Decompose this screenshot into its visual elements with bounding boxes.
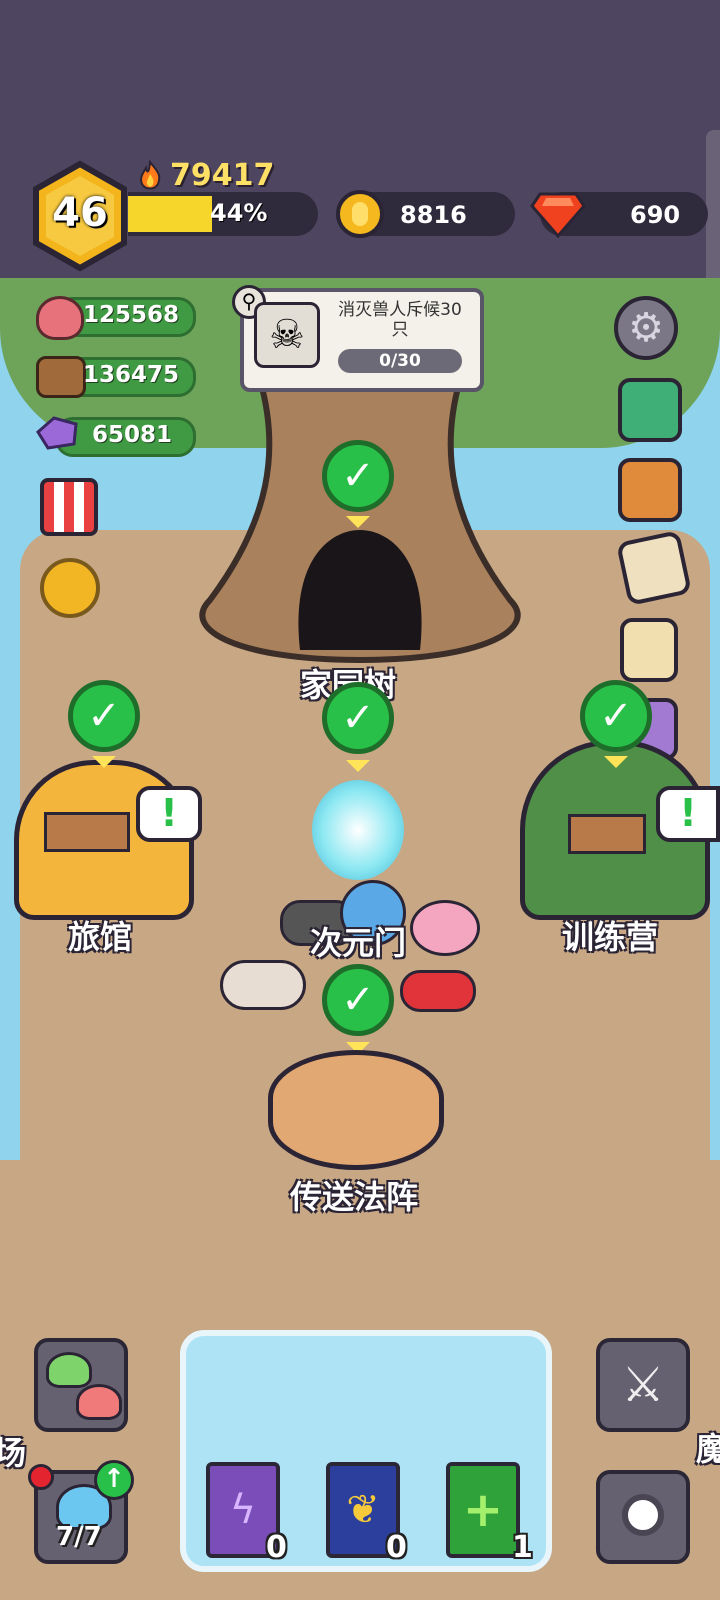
notification-dot-icon <box>28 1464 54 1490</box>
xp-bar-fill <box>128 196 212 232</box>
slime-capacity-text: 7/7 <box>56 1522 102 1552</box>
heal-book-count: 1 <box>512 1530 533 1565</box>
xp-percent: 44% <box>210 199 268 227</box>
settings-gear-icon[interactable]: ⚙ <box>614 296 678 360</box>
rank-medal-icon[interactable] <box>40 558 100 618</box>
training-camp-label: 训练营 <box>562 918 659 956</box>
teleport-check-icon[interactable]: ✓ <box>322 964 394 1036</box>
purple-crystal-icon <box>36 416 78 450</box>
skull-icon: ☠ <box>254 302 320 368</box>
heal-book-icon[interactable]: + <box>446 1462 520 1558</box>
power-value: 79417 <box>170 158 275 193</box>
training-sign-swords-icon <box>568 814 646 854</box>
meat-value: 125568 <box>83 302 180 328</box>
crystal-value: 65081 <box>92 422 173 448</box>
ruby-gem-icon <box>530 192 586 238</box>
portal-arrow-icon <box>346 760 370 772</box>
training-camp-arrow-icon <box>604 756 628 768</box>
shop-stall-icon[interactable] <box>40 478 98 536</box>
inn-sign-beer-icon <box>44 812 130 852</box>
gold-coin-icon <box>336 190 384 238</box>
teleport-stump[interactable] <box>268 1050 444 1170</box>
flame-icon <box>136 159 164 190</box>
treasure-map-icon[interactable] <box>616 530 692 606</box>
right-edge-building-label: 魔 <box>696 1430 720 1468</box>
lightning-book-count: 0 <box>266 1530 287 1565</box>
inn-label: 旅馆 <box>68 918 133 956</box>
level-number: 46 <box>52 190 108 236</box>
inn-arrow-icon <box>92 756 116 768</box>
teleport-label: 传送法阵 <box>290 1178 419 1216</box>
home-tree-check-icon[interactable]: ✓ <box>322 440 394 512</box>
backpack-icon[interactable] <box>618 458 682 522</box>
left-edge-building-label: 场 <box>0 1434 27 1472</box>
training-alert-bubble-icon[interactable]: ! <box>656 786 720 842</box>
inn-alert-bubble-icon[interactable]: ! <box>136 786 202 842</box>
quest-title: 消灭兽人斥候30只 <box>338 300 462 340</box>
inn-check-icon[interactable]: ✓ <box>68 680 140 752</box>
quest-progress: 0/30 <box>338 349 462 373</box>
wood-logs-icon <box>36 356 86 398</box>
wood-value: 136475 <box>83 362 180 388</box>
feather-book-count: 0 <box>386 1530 407 1565</box>
upgrade-arrow-icon[interactable]: ↑ <box>94 1460 134 1500</box>
home-tree-arrow-icon <box>346 516 370 528</box>
meat-icon <box>36 296 84 340</box>
slime-swap-button[interactable] <box>34 1338 128 1432</box>
portal-label: 次元门 <box>310 924 407 962</box>
gold-value: 8816 <box>400 201 467 229</box>
gem-value: 690 <box>630 201 681 229</box>
portal-check-icon[interactable]: ✓ <box>322 682 394 754</box>
scroll-list-icon[interactable] <box>620 618 678 682</box>
training-camp-check-icon[interactable]: ✓ <box>580 680 652 752</box>
mail-envelope-icon[interactable] <box>618 378 682 442</box>
stone-gate-button[interactable] <box>596 1470 690 1564</box>
battle-swords-button[interactable]: ⚔ <box>596 1338 690 1432</box>
